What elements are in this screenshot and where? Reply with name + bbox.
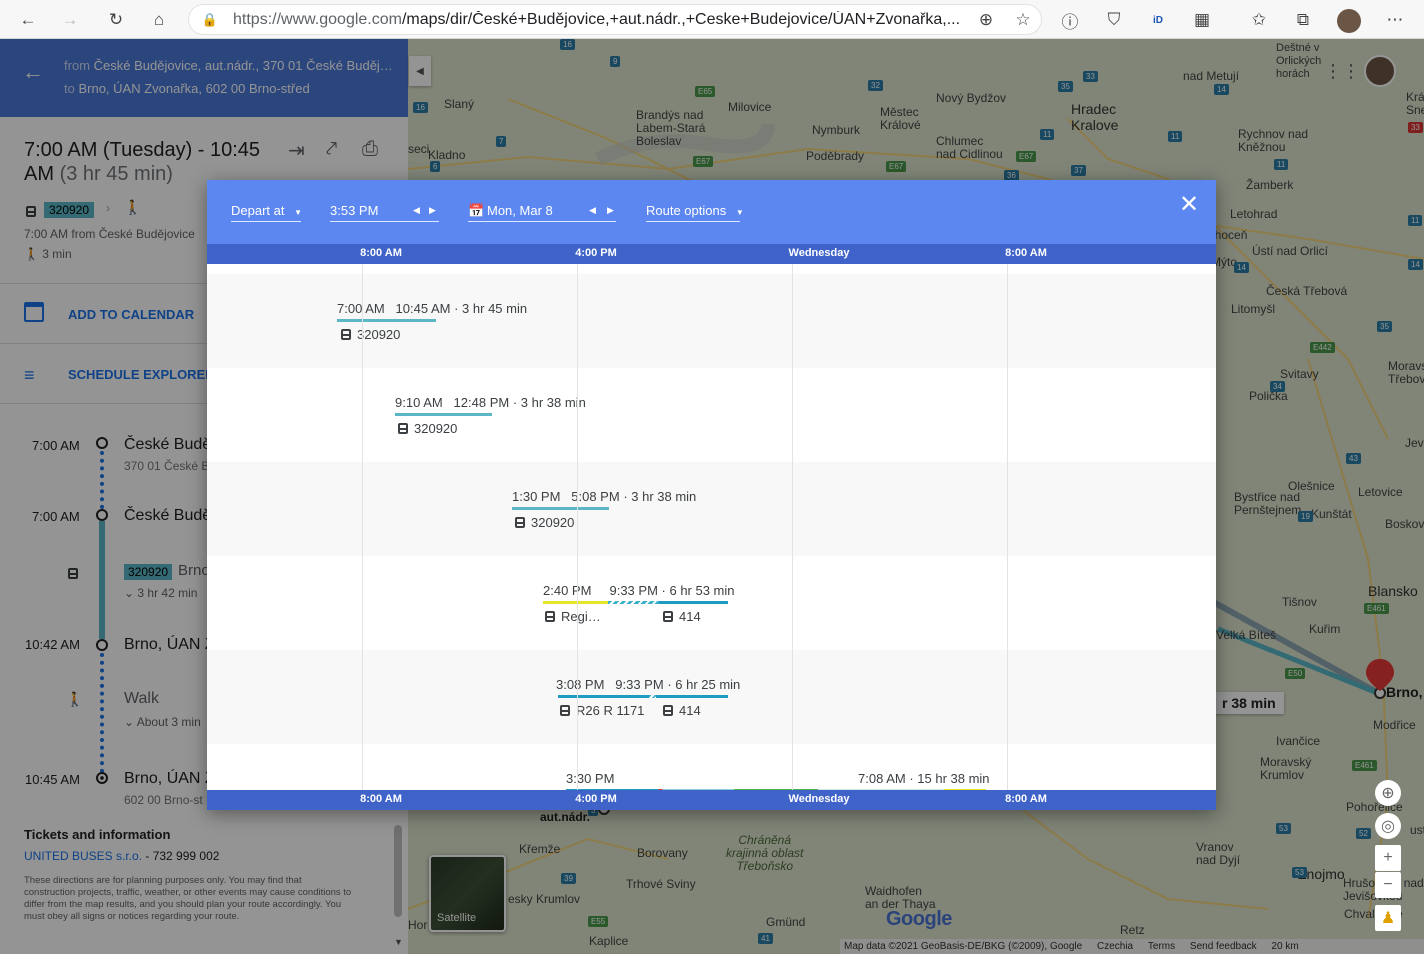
trip-segment [395,413,492,416]
trip-line: 414 [663,609,701,624]
trip-line: 320920 [341,327,400,342]
grid-line [577,264,578,792]
axis-label: 8:00 AM [360,793,402,805]
dropdown-arrow-icon: ▼ [294,208,303,217]
grid-line [792,264,793,792]
trip-segment [659,601,728,604]
underline [646,221,740,222]
trip-segment [543,601,608,604]
walk-segment [649,695,656,698]
profile-avatar[interactable] [1337,9,1361,33]
trip-times: 7:00 AM 10:45 AM · 3 hr 45 min [337,301,528,316]
time-axis-top: 8:00 AM 4:00 PM Wednesday 8:00 AM [207,244,1216,264]
dropdown-arrow-icon: ▼ [735,208,744,217]
home-icon[interactable]: ⌂ [148,9,170,31]
underline [330,221,439,222]
pegman-icon[interactable]: ♟ [1375,905,1401,931]
time-prev-icon[interactable]: ◀ [413,205,420,216]
trip-times: 1:30 PM 5:08 PM · 3 hr 38 min [512,489,697,504]
collections-icon[interactable]: ⧉ [1292,9,1314,31]
my-location-icon[interactable]: ◎ [1375,813,1401,839]
trip-departure: 3:30 PM [566,771,615,786]
axis-label: 4:00 PM [575,793,617,805]
time-axis-bottom: 8:00 AM 4:00 PM Wednesday 8:00 AM [207,790,1216,810]
add-tab-icon[interactable]: ⊕ [975,9,997,31]
extension-icon[interactable]: ▦ [1191,9,1213,31]
info-icon[interactable]: ⓘ [1059,9,1081,32]
grid-line [1007,264,1008,792]
zoom-in-button[interactable]: + [1375,845,1401,871]
pocket-icon[interactable]: ⛉ [1103,9,1125,31]
schedule-explorer-dialog: Depart at ▼ 3:53 PM ◀ ▶ 📅 Mon, Mar 8 ◀ ▶… [207,180,1216,810]
trip-line: 320920 [515,515,574,530]
id-extension-icon[interactable]: iD [1147,9,1169,31]
axis-label: 8:00 AM [1005,793,1047,805]
route-options-dropdown[interactable]: Route options ▼ [646,203,744,218]
back-arrow-icon[interactable]: ← [17,9,39,31]
walk-segment [608,601,659,604]
schedule-controls: Depart at ▼ 3:53 PM ◀ ▶ 📅 Mon, Mar 8 ◀ ▶… [207,180,1216,244]
axis-label: 4:00 PM [575,247,617,259]
trip-row[interactable]: 2:40 PM 9:33 PM · 6 hr 53 min Regi… 414 [207,556,1216,650]
time-field[interactable]: 3:53 PM [330,203,378,218]
trip-segment [558,695,649,698]
zoom-out-button[interactable]: − [1375,872,1401,898]
favorites-icon[interactable]: ✩ [1248,9,1270,31]
url-text[interactable]: https://www.google.com/maps/dir/České+Bu… [233,11,963,29]
calendar-icon: 📅 [468,203,485,218]
trip-segment [337,319,436,322]
trip-row[interactable]: 7:00 AM 10:45 AM · 3 hr 45 min 320920 [207,274,1216,368]
trip-times: 3:08 PM 9:33 PM · 6 hr 25 min [556,677,741,692]
trip-times: 9:10 AM 12:48 PM · 3 hr 38 min [395,395,586,410]
trip-row[interactable]: 1:30 PM 5:08 PM · 3 hr 38 min 320920 [207,462,1216,556]
trip-segment [512,507,609,510]
favorite-star-icon[interactable]: ☆ [1012,9,1034,31]
trip-times: 2:40 PM 9:33 PM · 6 hr 53 min [543,583,735,598]
more-menu-icon[interactable]: ⋯ [1384,9,1406,31]
grid-line [362,264,363,792]
forward-arrow-icon[interactable]: → [59,9,81,31]
globe-icon[interactable]: ⊕ [1375,780,1401,806]
trip-arrival: 7:08 AM · 15 hr 38 min [858,771,990,786]
date-next-icon[interactable]: ▶ [607,205,614,216]
axis-label: 8:00 AM [1005,247,1047,259]
underline [468,221,616,222]
axis-label: 8:00 AM [360,247,402,259]
trip-line: Regi… [545,609,601,624]
date-prev-icon[interactable]: ◀ [589,205,596,216]
lock-icon: 🔒 [201,12,219,27]
trip-segment [656,695,728,698]
trip-row[interactable]: 9:10 AM 12:48 PM · 3 hr 38 min 320920 [207,368,1216,462]
date-field[interactable]: Mon, Mar 8 [487,203,553,218]
trip-row[interactable]: 3:08 PM 9:33 PM · 6 hr 25 min R26 R 1171… [207,650,1216,744]
close-icon[interactable]: ✕ [1179,190,1199,219]
address-bar[interactable]: 🔒 https://www.google.com/maps/dir/České+… [188,4,1042,35]
depart-at-dropdown[interactable]: Depart at ▼ [231,203,302,218]
trip-line: R26 R 1171 [560,703,644,718]
reload-icon[interactable]: ↻ [105,9,127,31]
axis-label: Wednesday [788,793,850,805]
time-next-icon[interactable]: ▶ [429,205,436,216]
underline [231,221,301,222]
trip-line: 414 [663,703,701,718]
browser-toolbar: ← → ↻ ⌂ 🔒 https://www.google.com/maps/di… [0,0,1424,39]
axis-label: Wednesday [788,247,850,259]
trip-line: 320920 [398,421,457,436]
